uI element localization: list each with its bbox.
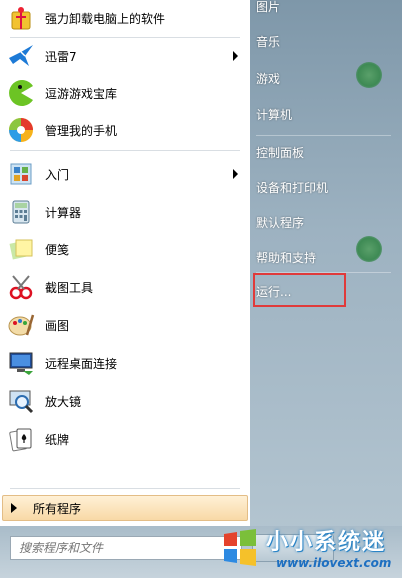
expand-arrow-icon [11, 503, 17, 513]
program-label: 强力卸载电脑上的软件 [45, 11, 166, 26]
right-item-label: 游戏 [256, 71, 281, 86]
program-remote-desktop[interactable]: 远程桌面连接 [6, 346, 244, 380]
divider [10, 150, 240, 151]
remote-desktop-icon [6, 348, 36, 378]
right-item-help-support[interactable]: 帮助和支持 [256, 245, 396, 269]
right-item-pictures[interactable]: 图片 [256, 0, 396, 18]
sticky-notes-icon [6, 234, 36, 264]
right-item-label: 音乐 [256, 34, 281, 49]
phone-manager-icon [6, 115, 36, 145]
right-item-default-programs[interactable]: 默认程序 [256, 210, 396, 234]
program-snipping-tool[interactable]: 截图工具 [6, 270, 244, 304]
all-programs-button[interactable]: 所有程序 [2, 495, 248, 521]
program-thunder[interactable]: 迅雷7 [6, 39, 244, 73]
program-label: 远程桌面连接 [45, 356, 118, 371]
start-menu-programs-pane: 强力卸载电脑上的软件 迅雷7 逗游游戏宝库 管理我的手机 入门 计算器 便笺 截… [0, 0, 250, 578]
program-solitaire[interactable]: 纸牌 [6, 422, 244, 456]
program-sticky-notes[interactable]: 便笺 [6, 232, 244, 266]
watermark-url: www.ilovext.com [276, 556, 392, 570]
calculator-icon [6, 197, 36, 227]
program-label: 计算器 [45, 205, 82, 220]
program-label: 管理我的手机 [45, 123, 118, 138]
submenu-arrow-icon[interactable] [233, 169, 238, 179]
windows-logo-icon [224, 529, 256, 566]
all-programs-label: 所有程序 [33, 501, 82, 516]
program-label: 便笺 [45, 242, 70, 257]
right-item-music[interactable]: 音乐 [256, 29, 396, 53]
pacman-game-icon [6, 78, 36, 108]
program-label: 放大镜 [45, 394, 82, 409]
watermark-name: 小小系统迷 [266, 530, 387, 555]
program-label: 纸牌 [45, 432, 70, 447]
search-input[interactable] [17, 537, 221, 559]
right-item-computer[interactable]: 计算机 [256, 102, 396, 126]
run-highlight-box [253, 273, 346, 307]
program-magnifier[interactable]: 放大镜 [6, 384, 244, 418]
snipping-tool-icon [6, 272, 36, 302]
right-item-label: 图片 [256, 0, 281, 14]
search-box[interactable] [10, 536, 242, 560]
program-calculator[interactable]: 计算器 [6, 195, 244, 229]
program-label: 画图 [45, 318, 70, 333]
right-item-label: 计算机 [256, 107, 293, 122]
program-label: 迅雷7 [45, 49, 77, 64]
program-game-library[interactable]: 逗游游戏宝库 [6, 76, 244, 110]
paint-icon [6, 310, 36, 340]
divider [256, 135, 391, 136]
divider [10, 488, 240, 489]
program-uninstaller[interactable]: 强力卸载电脑上的软件 [6, 1, 244, 35]
solitaire-icon [6, 424, 36, 454]
program-label: 截图工具 [45, 280, 94, 295]
watermark: 小小系统迷 www.ilovext.com [216, 520, 402, 578]
right-item-label: 控制面板 [256, 145, 305, 160]
thunder-bird-icon [6, 41, 36, 71]
right-item-label: 默认程序 [256, 215, 305, 230]
right-item-games[interactable]: 游戏 [256, 66, 396, 90]
magnifier-icon [6, 386, 36, 416]
right-item-label: 设备和打印机 [256, 180, 329, 195]
getting-started-icon [6, 159, 36, 189]
program-label: 逗游游戏宝库 [45, 86, 118, 101]
right-item-devices-printers[interactable]: 设备和打印机 [256, 175, 396, 199]
right-item-label: 帮助和支持 [256, 250, 317, 265]
program-getting-started[interactable]: 入门 [6, 157, 244, 191]
right-item-control-panel[interactable]: 控制面板 [256, 140, 396, 164]
uninstall-icon [6, 3, 36, 33]
submenu-arrow-icon[interactable] [233, 51, 238, 61]
program-phone-manager[interactable]: 管理我的手机 [6, 113, 244, 147]
divider [10, 37, 240, 38]
program-paint[interactable]: 画图 [6, 308, 244, 342]
program-label: 入门 [45, 167, 70, 182]
